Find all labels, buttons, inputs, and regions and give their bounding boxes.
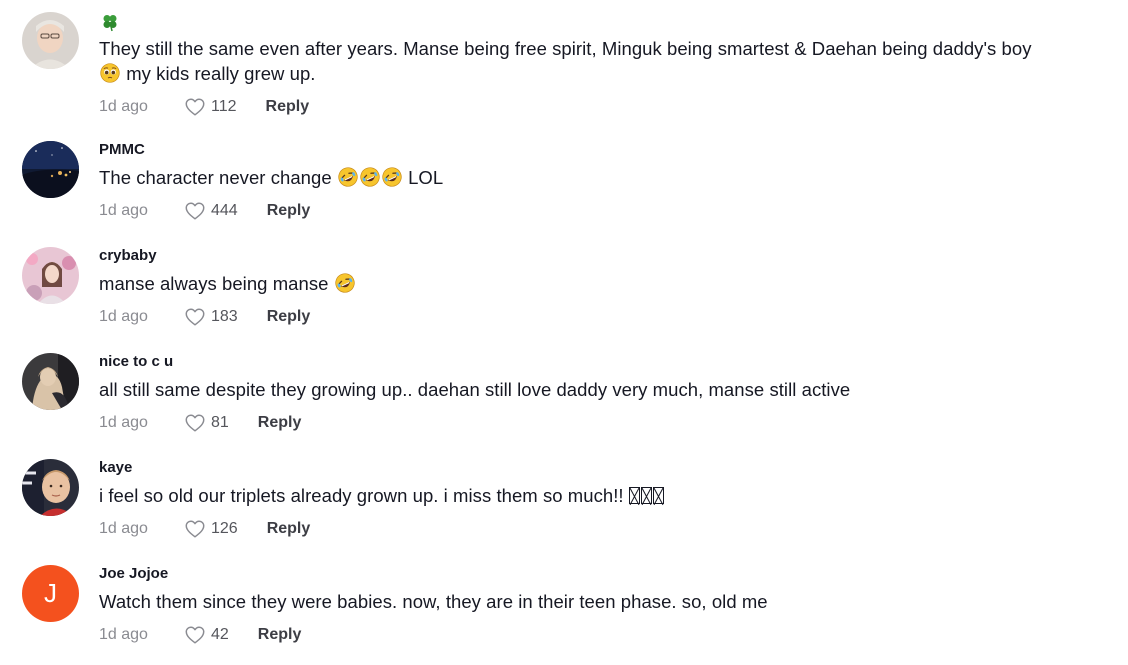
comment-text-body: i feel so old our triplets already grown… bbox=[99, 485, 624, 506]
username[interactable]: Joe Jojoe bbox=[99, 565, 168, 582]
avatar[interactable] bbox=[22, 459, 79, 516]
like-button[interactable]: 112 bbox=[184, 96, 237, 118]
like-button[interactable]: 81 bbox=[184, 412, 229, 434]
comment-text-tail: LOL bbox=[408, 167, 444, 188]
comment-time: 1d ago bbox=[99, 98, 148, 115]
avatar-photo bbox=[22, 353, 79, 410]
comment-text-body: The character never change bbox=[99, 167, 332, 188]
like-count: 42 bbox=[211, 626, 229, 643]
comment-text-body: manse always being manse bbox=[99, 273, 329, 294]
comment-time: 1d ago bbox=[99, 626, 148, 643]
comment-text: Watch them since they were babies. now, … bbox=[99, 591, 768, 612]
avatar[interactable] bbox=[22, 12, 79, 69]
reply-button[interactable]: Reply bbox=[258, 626, 302, 644]
reply-button[interactable]: Reply bbox=[258, 414, 302, 432]
avatar[interactable] bbox=[22, 141, 79, 198]
comment-meta: 1d ago 444 Reply bbox=[99, 200, 310, 222]
comment-time: 1d ago bbox=[99, 520, 148, 537]
avatar[interactable] bbox=[22, 247, 79, 304]
like-count: 112 bbox=[211, 98, 237, 115]
heart-icon bbox=[185, 414, 205, 432]
reply-button[interactable]: Reply bbox=[267, 520, 311, 538]
comment-text-line1: They still the same even after years. Ma… bbox=[99, 38, 1032, 59]
reply-button[interactable]: Reply bbox=[266, 98, 310, 116]
like-count: 183 bbox=[211, 308, 238, 325]
heart-icon bbox=[185, 98, 205, 116]
username[interactable]: PMMC bbox=[99, 141, 145, 158]
comment-meta: 1d ago 42 Reply bbox=[99, 624, 301, 646]
rolling-on-floor-laughing-icon bbox=[335, 273, 355, 293]
comment-item: kaye i feel so old our triplets already … bbox=[22, 459, 1122, 559]
username[interactable]: kaye bbox=[99, 459, 132, 476]
username[interactable] bbox=[99, 12, 119, 32]
like-count: 81 bbox=[211, 414, 229, 431]
avatar-photo bbox=[22, 247, 79, 304]
avatar[interactable]: J bbox=[22, 565, 79, 622]
avatar-photo bbox=[22, 12, 79, 69]
comment-text: The character never change LOL bbox=[99, 165, 1109, 190]
comment-time: 1d ago bbox=[99, 202, 148, 219]
like-count: 444 bbox=[211, 202, 238, 219]
comment-text: all still same despite they growing up..… bbox=[99, 379, 851, 400]
missing-glyph-icon bbox=[628, 485, 665, 506]
rolling-on-floor-laughing-icon bbox=[338, 167, 358, 187]
comment-time: 1d ago bbox=[99, 414, 148, 431]
avatar[interactable] bbox=[22, 353, 79, 410]
comment-item: J Joe Jojoe Watch them since they were b… bbox=[22, 565, 1122, 665]
comment-list: They still the same even after years. Ma… bbox=[0, 0, 1128, 661]
avatar-photo bbox=[22, 459, 79, 516]
comment-text: manse always being manse bbox=[99, 271, 1109, 296]
avatar-letter: J bbox=[44, 578, 57, 608]
four-leaf-clover-icon bbox=[100, 12, 118, 32]
comment-item: crybaby manse always being manse 1d ago … bbox=[22, 247, 1122, 347]
comment-text-line2: my kids really grew up. bbox=[126, 63, 316, 84]
rolling-on-floor-laughing-icon bbox=[382, 167, 402, 187]
username[interactable]: crybaby bbox=[99, 247, 157, 264]
heart-icon bbox=[185, 308, 205, 326]
pleading-face-icon bbox=[100, 63, 120, 83]
avatar-photo bbox=[22, 141, 79, 198]
comment-meta: 1d ago 81 Reply bbox=[99, 412, 301, 434]
heart-icon bbox=[185, 202, 205, 220]
like-button[interactable]: 444 bbox=[184, 200, 238, 222]
comment-meta: 1d ago 112 Reply bbox=[99, 96, 309, 118]
heart-icon bbox=[185, 626, 205, 644]
reply-button[interactable]: Reply bbox=[267, 308, 311, 326]
like-button[interactable]: 126 bbox=[184, 518, 238, 540]
comment-item: PMMC The character never change LOL 1d a… bbox=[22, 141, 1122, 241]
username[interactable]: nice to c u bbox=[99, 353, 173, 370]
like-button[interactable]: 42 bbox=[184, 624, 229, 646]
comment-text: They still the same even after years. Ma… bbox=[99, 36, 1109, 86]
heart-icon bbox=[185, 520, 205, 538]
rolling-on-floor-laughing-icon bbox=[360, 167, 380, 187]
comment-meta: 1d ago 183 Reply bbox=[99, 306, 310, 328]
comment-item: nice to c u all still same despite they … bbox=[22, 353, 1122, 453]
like-count: 126 bbox=[211, 520, 238, 537]
comment-meta: 1d ago 126 Reply bbox=[99, 518, 310, 540]
comment-time: 1d ago bbox=[99, 308, 148, 325]
reply-button[interactable]: Reply bbox=[267, 202, 311, 220]
like-button[interactable]: 183 bbox=[184, 306, 238, 328]
comment-text: i feel so old our triplets already grown… bbox=[99, 483, 1109, 508]
comment-item: They still the same even after years. Ma… bbox=[22, 12, 1122, 116]
